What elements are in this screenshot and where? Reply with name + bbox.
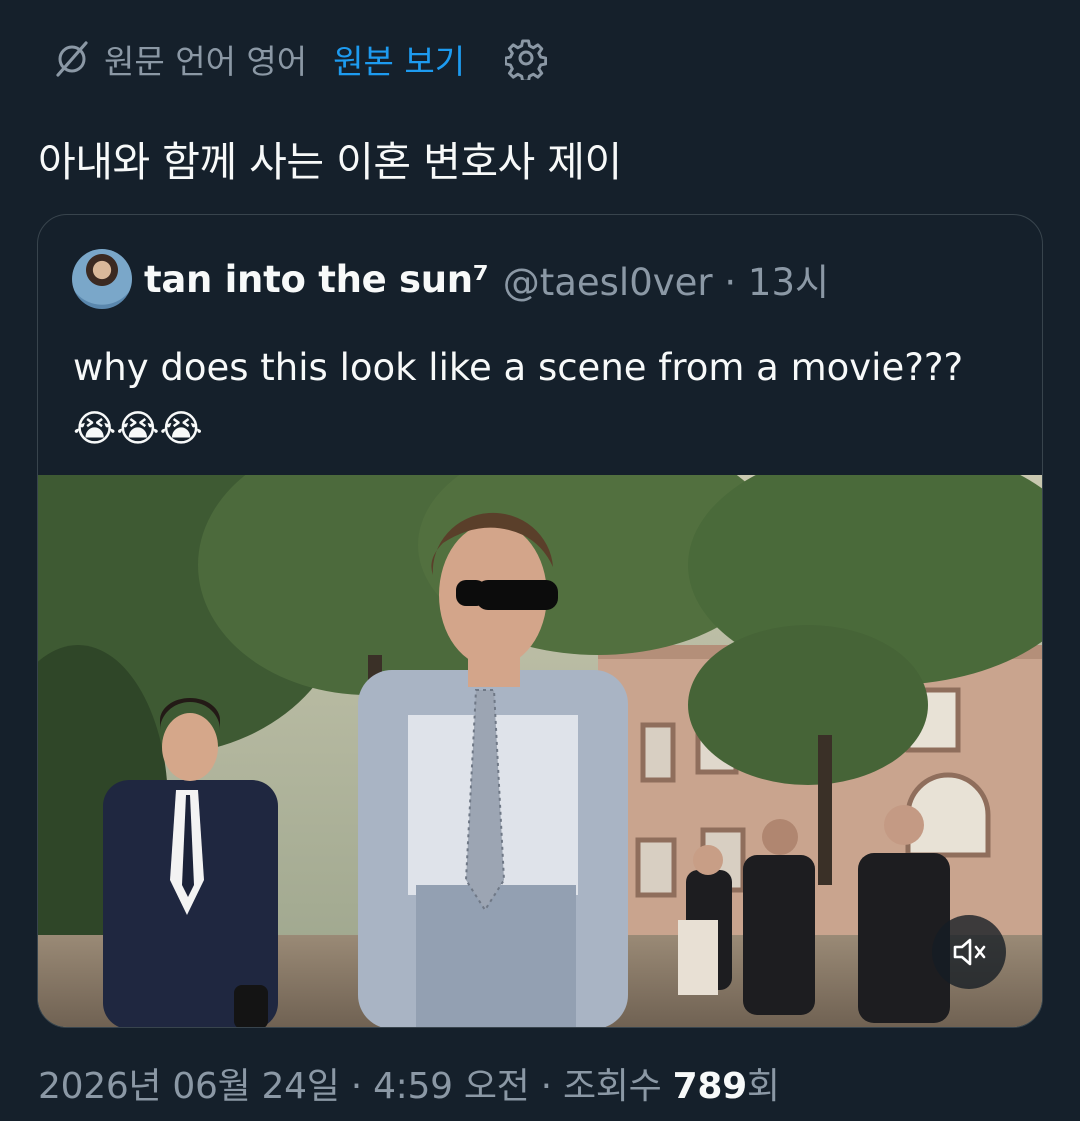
mute-toggle-button[interactable] <box>932 915 1006 989</box>
post-time: 4:59 오전 <box>373 1066 530 1107</box>
quoted-tweet-text: why does this look like a scene from a m… <box>73 346 964 450</box>
gear-icon[interactable] <box>505 38 548 80</box>
separator: · <box>540 1066 552 1107</box>
separator: · <box>350 1066 362 1107</box>
video-player[interactable] <box>38 475 1042 1027</box>
display-name[interactable]: tan into the sun⁷ <box>144 258 489 301</box>
show-original-button[interactable]: 원본 보기 <box>333 35 465 83</box>
views-label: 조회수 <box>562 1066 662 1107</box>
views-count[interactable]: 789 <box>673 1066 748 1107</box>
translation-bar: 원문 언어 영어 원본 보기 <box>52 35 548 83</box>
timestamp[interactable]: 13시 <box>748 261 829 304</box>
user-handle[interactable]: @taesl0ver <box>503 261 713 304</box>
views-suffix: 회 <box>746 1066 780 1107</box>
quoted-tweet[interactable]: tan into the sun⁷ @taesl0ver · 13시 why d… <box>37 214 1043 1028</box>
avatar[interactable] <box>72 249 132 309</box>
separator: · <box>724 261 737 304</box>
muted-speaker-icon <box>953 938 986 966</box>
quoted-tweet-header: tan into the sun⁷ @taesl0ver · 13시 <box>72 247 829 311</box>
video-frame <box>38 475 1042 1027</box>
translation-source-label: 원문 언어 영어 <box>104 42 308 81</box>
tweet-text: 아내와 함께 사는 이혼 변호사 제이 <box>38 138 622 186</box>
translate-icon <box>56 41 88 77</box>
post-date: 2026년 06월 24일 <box>38 1066 340 1107</box>
handle-and-time: @taesl0ver · 13시 <box>503 252 829 306</box>
tweet-meta: 2026년 06월 24일 · 4:59 오전 · 조회수 789회 <box>38 1057 780 1109</box>
